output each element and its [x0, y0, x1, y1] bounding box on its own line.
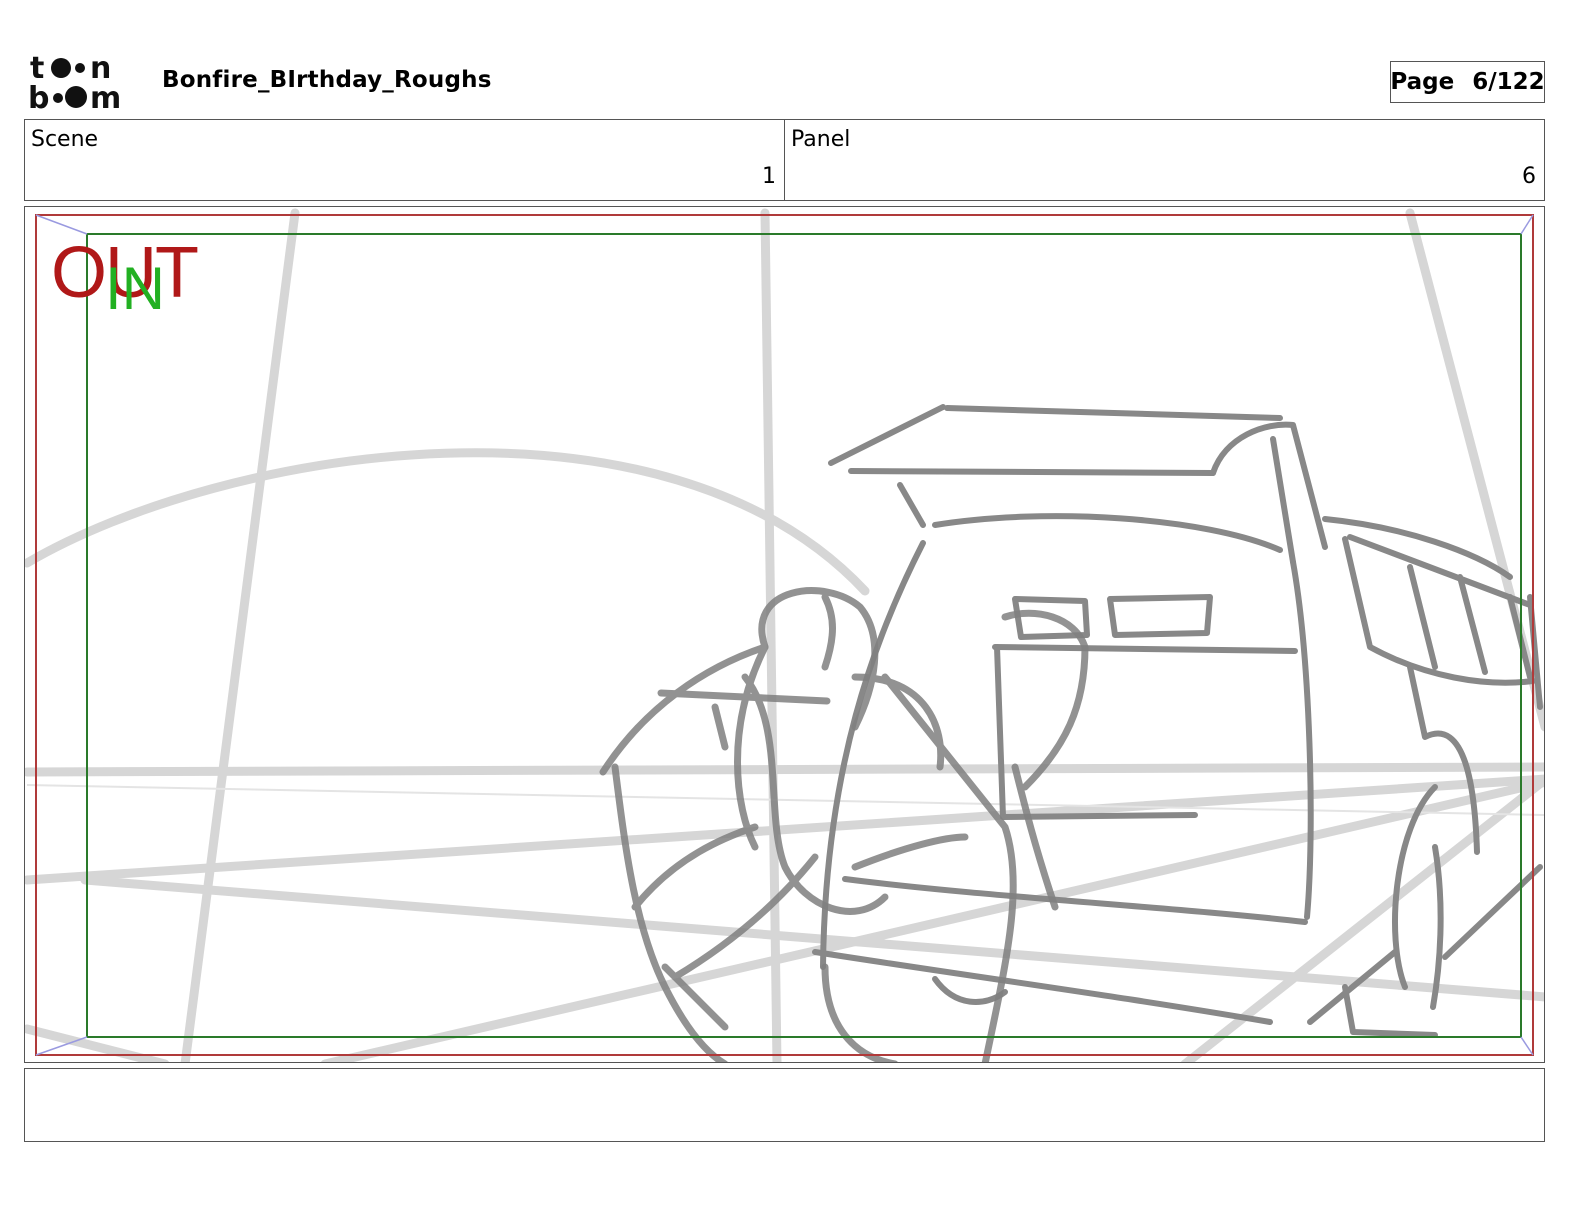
- horizon-guide: [26, 784, 1544, 816]
- page-number: 6/122: [1472, 69, 1545, 95]
- scene-number: 1: [762, 164, 776, 189]
- project-title: Bonfire_BIrthday_Roughs: [162, 67, 492, 93]
- in-label: IN: [105, 255, 165, 322]
- panel-cell: Panel 6: [785, 120, 1544, 200]
- camera-frame: [35, 214, 1534, 1056]
- scene-cell: Scene 1: [25, 120, 785, 200]
- page-label: Page: [1390, 69, 1455, 95]
- toon-boom-logo: t n b m: [28, 51, 121, 112]
- perspective-guides: [25, 208, 1544, 1062]
- panel-sketch: [25, 208, 1544, 1062]
- scene-panel-table: Scene 1 Panel 6: [24, 119, 1545, 201]
- page-indicator: Page 6/122: [1390, 61, 1545, 103]
- panel-label: Panel: [791, 127, 851, 152]
- panel-notes-box: [24, 1068, 1545, 1142]
- scene-label: Scene: [31, 127, 99, 152]
- storyboard-panel-frame: OUT IN: [24, 206, 1545, 1063]
- svg-text:m: m: [90, 81, 121, 112]
- frame-corner-arrows: [35, 214, 1534, 1056]
- svg-text:b: b: [28, 81, 49, 112]
- panel-number: 6: [1522, 164, 1536, 189]
